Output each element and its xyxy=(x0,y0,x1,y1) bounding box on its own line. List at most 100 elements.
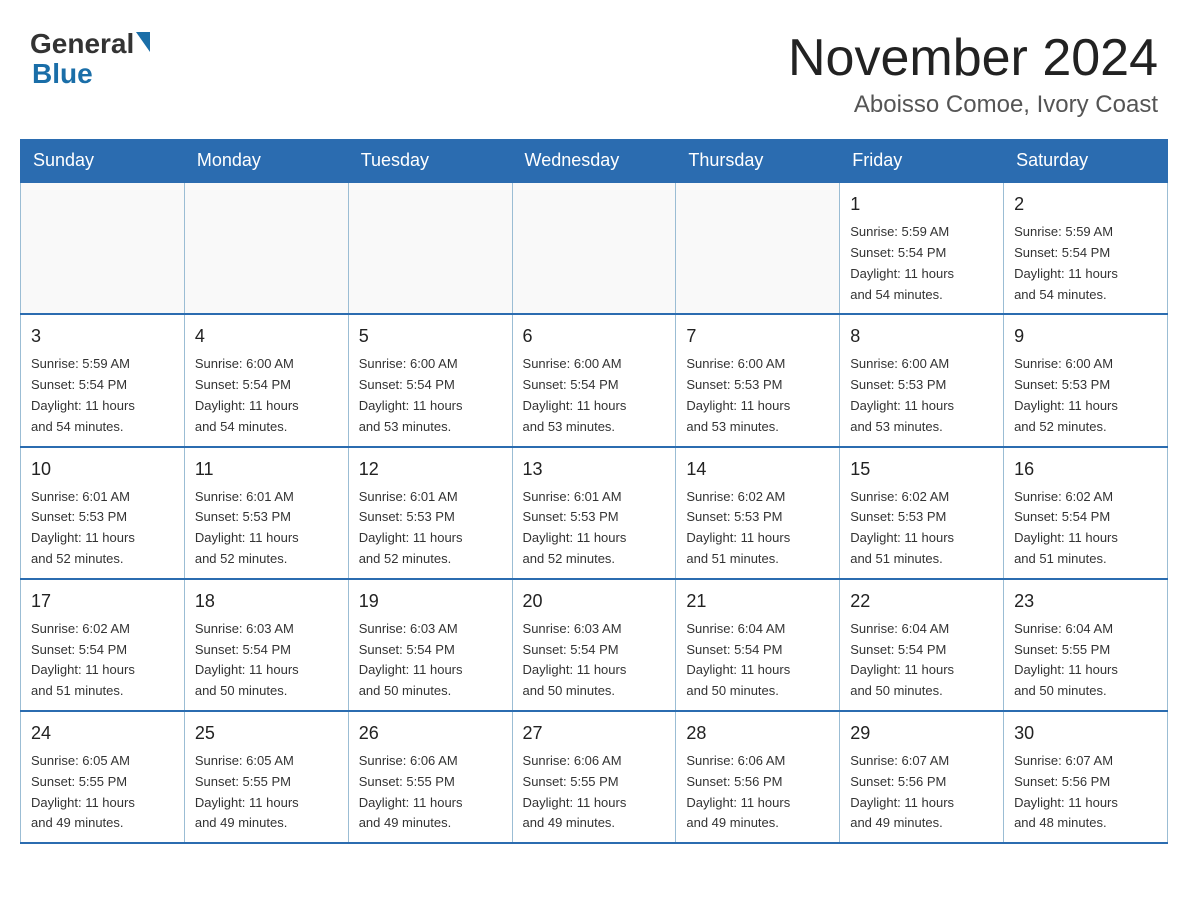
day-number: 20 xyxy=(523,588,666,615)
day-number: 7 xyxy=(686,323,829,350)
month-title: November 2024 xyxy=(788,30,1158,87)
day-info: Sunrise: 6:04 AM Sunset: 5:54 PM Dayligh… xyxy=(686,619,829,702)
calendar-cell: 5Sunrise: 6:00 AM Sunset: 5:54 PM Daylig… xyxy=(348,314,512,446)
day-info: Sunrise: 6:07 AM Sunset: 5:56 PM Dayligh… xyxy=(1014,751,1157,834)
day-number: 8 xyxy=(850,323,993,350)
calendar-cell: 15 Sunrise: 6:02 AM Sunset: 5:53 PM Dayli… xyxy=(840,447,1004,579)
calendar-cell: 9 Sunrise: 6:00 AM Sunset: 5:53 PM Daylig… xyxy=(1004,314,1168,446)
calendar-cell: 29 Sunrise: 6:07 AM Sunset: 5:56 PM Dayli… xyxy=(840,711,1004,843)
calendar-cell: 20 Sunrise: 6:03 AM Sunset: 5:54 PM Dayli… xyxy=(512,579,676,711)
day-number: 1 xyxy=(850,191,993,218)
calendar-cell: 19 Sunrise: 6:03 AM Sunset: 5:54 PM Dayli… xyxy=(348,579,512,711)
location-subtitle: Aboisso Comoe, Ivory Coast xyxy=(788,91,1158,119)
day-number: 16 xyxy=(1014,456,1157,483)
calendar-cell: 3Sunrise: 5:59 AM Sunset: 5:54 PM Daylig… xyxy=(21,314,185,446)
day-number: 2 xyxy=(1014,191,1157,218)
title-block: November 2024 Aboisso Comoe, Ivory Coast xyxy=(788,30,1158,119)
day-number: 30 xyxy=(1014,720,1157,747)
calendar-cell: 17 Sunrise: 6:02 AM Sunset: 5:54 PM Dayli… xyxy=(21,579,185,711)
calendar-cell: 28 Sunrise: 6:06 AM Sunset: 5:56 PM Dayli… xyxy=(676,711,840,843)
day-number: 9 xyxy=(1014,323,1157,350)
day-info: Sunrise: 5:59 AM Sunset: 5:54 PM Dayligh… xyxy=(1014,222,1157,305)
day-info: Sunrise: 6:00 AM Sunset: 5:53 PM Dayligh… xyxy=(850,354,993,437)
calendar-cell: 10 Sunrise: 6:01 AM Sunset: 5:53 PM Dayli… xyxy=(21,447,185,579)
header-day-saturday: Saturday xyxy=(1004,140,1168,183)
day-info: Sunrise: 6:00 AM Sunset: 5:54 PM Dayligh… xyxy=(195,354,338,437)
day-number: 22 xyxy=(850,588,993,615)
day-info: Sunrise: 6:05 AM Sunset: 5:55 PM Dayligh… xyxy=(31,751,174,834)
calendar-cell: 8 Sunrise: 6:00 AM Sunset: 5:53 PM Daylig… xyxy=(840,314,1004,446)
week-row-2: 3Sunrise: 5:59 AM Sunset: 5:54 PM Daylig… xyxy=(21,314,1168,446)
logo-arrow-icon xyxy=(136,32,150,52)
day-number: 29 xyxy=(850,720,993,747)
day-info: Sunrise: 6:03 AM Sunset: 5:54 PM Dayligh… xyxy=(195,619,338,702)
calendar-cell: 24 Sunrise: 6:05 AM Sunset: 5:55 PM Dayli… xyxy=(21,711,185,843)
calendar-cell: 25 Sunrise: 6:05 AM Sunset: 5:55 PM Dayli… xyxy=(184,711,348,843)
day-info: Sunrise: 6:00 AM Sunset: 5:53 PM Dayligh… xyxy=(1014,354,1157,437)
day-number: 28 xyxy=(686,720,829,747)
day-info: Sunrise: 6:01 AM Sunset: 5:53 PM Dayligh… xyxy=(359,487,502,570)
day-number: 19 xyxy=(359,588,502,615)
calendar-cell: 7 Sunrise: 6:00 AM Sunset: 5:53 PM Daylig… xyxy=(676,314,840,446)
calendar-cell: 1 Sunrise: 5:59 AM Sunset: 5:54 PM Daylig… xyxy=(840,182,1004,314)
day-info: Sunrise: 6:01 AM Sunset: 5:53 PM Dayligh… xyxy=(195,487,338,570)
day-number: 10 xyxy=(31,456,174,483)
calendar-cell xyxy=(512,182,676,314)
day-info: Sunrise: 6:00 AM Sunset: 5:53 PM Dayligh… xyxy=(686,354,829,437)
day-info: Sunrise: 6:06 AM Sunset: 5:55 PM Dayligh… xyxy=(359,751,502,834)
day-info: Sunrise: 6:01 AM Sunset: 5:53 PM Dayligh… xyxy=(523,487,666,570)
calendar-cell: 30 Sunrise: 6:07 AM Sunset: 5:56 PM Dayli… xyxy=(1004,711,1168,843)
day-number: 27 xyxy=(523,720,666,747)
day-info: Sunrise: 6:04 AM Sunset: 5:54 PM Dayligh… xyxy=(850,619,993,702)
day-info: Sunrise: 6:02 AM Sunset: 5:53 PM Dayligh… xyxy=(850,487,993,570)
day-info: Sunrise: 6:02 AM Sunset: 5:54 PM Dayligh… xyxy=(31,619,174,702)
calendar-cell: 16 Sunrise: 6:02 AM Sunset: 5:54 PM Dayli… xyxy=(1004,447,1168,579)
day-number: 24 xyxy=(31,720,174,747)
day-number: 14 xyxy=(686,456,829,483)
day-number: 17 xyxy=(31,588,174,615)
day-info: Sunrise: 6:02 AM Sunset: 5:53 PM Dayligh… xyxy=(686,487,829,570)
day-info: Sunrise: 5:59 AM Sunset: 5:54 PM Dayligh… xyxy=(31,354,174,437)
day-info: Sunrise: 6:02 AM Sunset: 5:54 PM Dayligh… xyxy=(1014,487,1157,570)
calendar-cell: 18 Sunrise: 6:03 AM Sunset: 5:54 PM Dayli… xyxy=(184,579,348,711)
day-info: Sunrise: 6:01 AM Sunset: 5:53 PM Dayligh… xyxy=(31,487,174,570)
day-info: Sunrise: 6:03 AM Sunset: 5:54 PM Dayligh… xyxy=(523,619,666,702)
calendar-cell: 13 Sunrise: 6:01 AM Sunset: 5:53 PM Dayli… xyxy=(512,447,676,579)
day-number: 4 xyxy=(195,323,338,350)
calendar-cell: 21 Sunrise: 6:04 AM Sunset: 5:54 PM Dayli… xyxy=(676,579,840,711)
day-info: Sunrise: 6:03 AM Sunset: 5:54 PM Dayligh… xyxy=(359,619,502,702)
calendar-cell: 2 Sunrise: 5:59 AM Sunset: 5:54 PM Daylig… xyxy=(1004,182,1168,314)
day-info: Sunrise: 6:04 AM Sunset: 5:55 PM Dayligh… xyxy=(1014,619,1157,702)
header-day-monday: Monday xyxy=(184,140,348,183)
day-info: Sunrise: 6:05 AM Sunset: 5:55 PM Dayligh… xyxy=(195,751,338,834)
header-row: SundayMondayTuesdayWednesdayThursdayFrid… xyxy=(21,140,1168,183)
calendar-cell: 23Sunrise: 6:04 AM Sunset: 5:55 PM Dayli… xyxy=(1004,579,1168,711)
week-row-4: 17 Sunrise: 6:02 AM Sunset: 5:54 PM Dayli… xyxy=(21,579,1168,711)
week-row-3: 10 Sunrise: 6:01 AM Sunset: 5:53 PM Dayli… xyxy=(21,447,1168,579)
header-day-friday: Friday xyxy=(840,140,1004,183)
logo-text-general: General xyxy=(30,30,134,58)
calendar-cell: 12 Sunrise: 6:01 AM Sunset: 5:53 PM Dayli… xyxy=(348,447,512,579)
header-day-sunday: Sunday xyxy=(21,140,185,183)
day-number: 12 xyxy=(359,456,502,483)
calendar-cell xyxy=(21,182,185,314)
day-info: Sunrise: 6:00 AM Sunset: 5:54 PM Dayligh… xyxy=(523,354,666,437)
calendar-cell: 6Sunrise: 6:00 AM Sunset: 5:54 PM Daylig… xyxy=(512,314,676,446)
day-number: 26 xyxy=(359,720,502,747)
day-number: 13 xyxy=(523,456,666,483)
day-info: Sunrise: 6:06 AM Sunset: 5:56 PM Dayligh… xyxy=(686,751,829,834)
calendar-table: SundayMondayTuesdayWednesdayThursdayFrid… xyxy=(20,139,1168,844)
header-day-wednesday: Wednesday xyxy=(512,140,676,183)
day-info: Sunrise: 6:07 AM Sunset: 5:56 PM Dayligh… xyxy=(850,751,993,834)
day-number: 5 xyxy=(359,323,502,350)
day-info: Sunrise: 5:59 AM Sunset: 5:54 PM Dayligh… xyxy=(850,222,993,305)
week-row-1: 1 Sunrise: 5:59 AM Sunset: 5:54 PM Daylig… xyxy=(21,182,1168,314)
day-number: 15 xyxy=(850,456,993,483)
calendar-cell: 27 Sunrise: 6:06 AM Sunset: 5:55 PM Dayli… xyxy=(512,711,676,843)
day-number: 21 xyxy=(686,588,829,615)
header-day-tuesday: Tuesday xyxy=(348,140,512,183)
day-number: 25 xyxy=(195,720,338,747)
calendar-cell xyxy=(676,182,840,314)
day-number: 18 xyxy=(195,588,338,615)
day-info: Sunrise: 6:06 AM Sunset: 5:55 PM Dayligh… xyxy=(523,751,666,834)
